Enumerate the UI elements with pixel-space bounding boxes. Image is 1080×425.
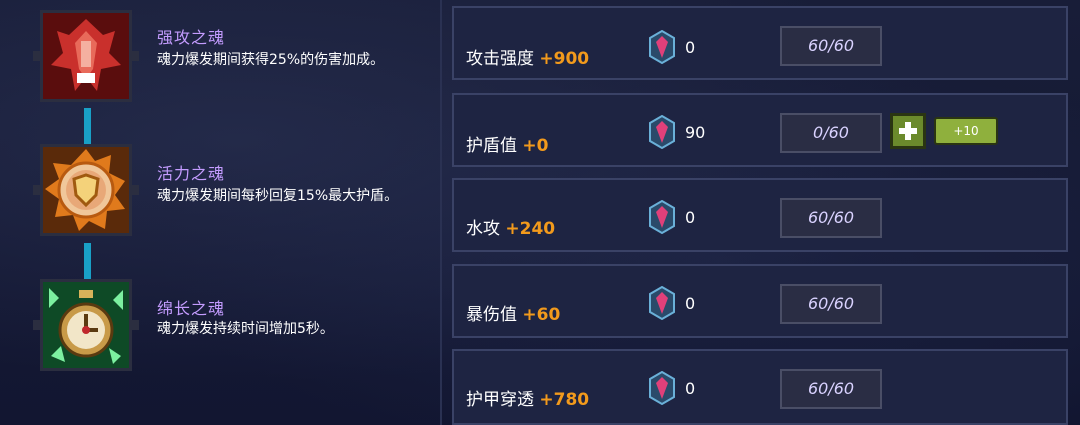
add-button[interactable] bbox=[890, 113, 926, 149]
stat-row-attack: 攻击强度 +900 0 60/60 bbox=[452, 6, 1068, 80]
stopwatch-icon bbox=[33, 279, 139, 371]
gem-count: 90 bbox=[685, 123, 706, 142]
shield-icon bbox=[33, 144, 139, 236]
stat-name: 暴伤值 bbox=[466, 305, 517, 325]
gem-count: 0 bbox=[685, 379, 696, 398]
gem-icon bbox=[649, 286, 675, 320]
skill-description: 魂力爆发持续时间增加5秒。 bbox=[157, 321, 334, 337]
stat-label: 水攻 +240 bbox=[466, 214, 555, 239]
gem-icon bbox=[649, 115, 675, 149]
stat-progress: 60/60 bbox=[780, 198, 882, 238]
stat-label: 暴伤值 +60 bbox=[466, 300, 560, 325]
stat-name: 攻击强度 bbox=[466, 49, 534, 69]
stat-row-water-attack: 水攻 +240 0 60/60 bbox=[452, 178, 1068, 252]
stat-label: 护盾值 +0 bbox=[466, 131, 548, 156]
stat-row-armor-pierce: 护甲穿透 +780 0 60/60 bbox=[452, 349, 1068, 425]
stat-label: 攻击强度 +900 bbox=[466, 44, 589, 69]
stat-row-crit-damage: 暴伤值 +60 0 60/60 bbox=[452, 264, 1068, 338]
skill-name: 绵长之魂 bbox=[157, 299, 226, 318]
stat-progress: 60/60 bbox=[780, 369, 882, 409]
skill-description: 魂力爆发期间每秒回复15%最大护盾。 bbox=[157, 188, 399, 204]
gem-count: 0 bbox=[685, 208, 696, 227]
skill-name: 活力之魂 bbox=[157, 164, 226, 183]
add-ten-button[interactable]: +10 bbox=[934, 117, 998, 145]
skill-item-1[interactable]: 强攻之魂 魂力爆发期间获得25%的伤害加成。 bbox=[0, 10, 440, 120]
stat-name: 护甲穿透 bbox=[466, 390, 534, 410]
stat-bonus: +780 bbox=[539, 390, 590, 410]
stat-bonus: +0 bbox=[522, 136, 549, 156]
gem-icon bbox=[649, 371, 675, 405]
stat-row-shield: 护盾值 +0 90 0/60 +10 bbox=[452, 93, 1068, 167]
stat-progress: 0/60 bbox=[780, 113, 882, 153]
skill-item-2[interactable]: 活力之魂 魂力爆发期间每秒回复15%最大护盾。 bbox=[0, 144, 440, 254]
stat-bonus: +240 bbox=[505, 219, 556, 239]
skill-name: 强攻之魂 bbox=[157, 28, 226, 47]
panel-divider bbox=[440, 0, 442, 425]
stat-progress: 60/60 bbox=[780, 284, 882, 324]
stat-bonus: +900 bbox=[539, 49, 590, 69]
skill-description: 魂力爆发期间获得25%的伤害加成。 bbox=[157, 52, 385, 68]
claw-icon bbox=[33, 10, 139, 102]
stat-label: 护甲穿透 +780 bbox=[466, 385, 589, 410]
gem-icon bbox=[649, 200, 675, 234]
skill-item-3[interactable]: 绵长之魂 魂力爆发持续时间增加5秒。 bbox=[0, 279, 440, 389]
gem-count: 0 bbox=[685, 38, 696, 57]
plus-icon bbox=[905, 122, 911, 140]
gem-count: 0 bbox=[685, 294, 696, 313]
stat-name: 护盾值 bbox=[466, 136, 517, 156]
stat-name: 水攻 bbox=[466, 219, 500, 239]
gem-icon bbox=[649, 30, 675, 64]
stat-progress: 60/60 bbox=[780, 26, 882, 66]
stat-bonus: +60 bbox=[522, 305, 561, 325]
